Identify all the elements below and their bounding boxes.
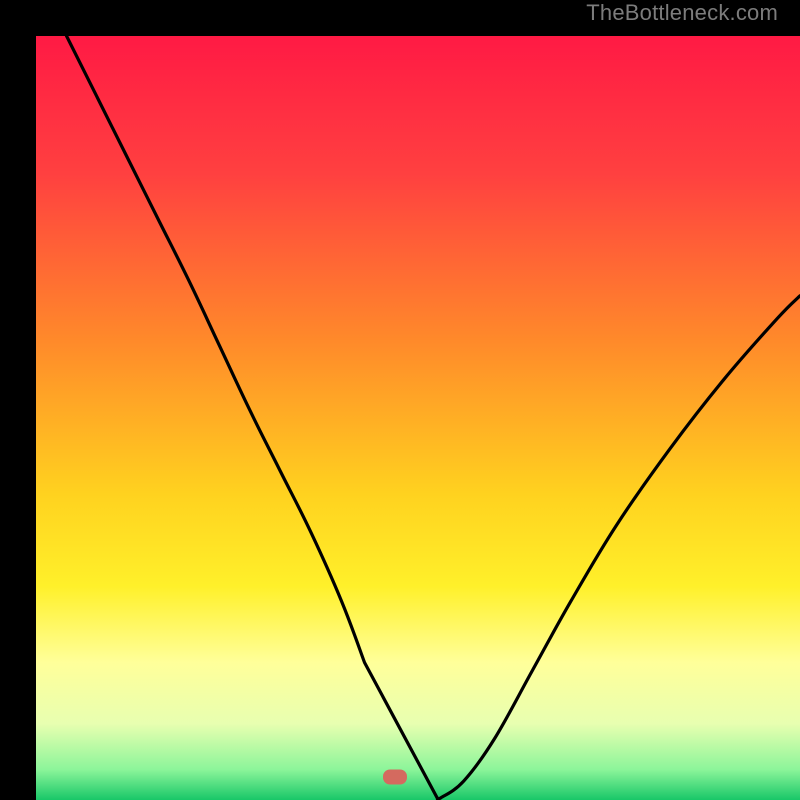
optimal-marker bbox=[383, 770, 407, 785]
gradient-background bbox=[36, 36, 800, 800]
watermark-text: TheBottleneck.com bbox=[586, 0, 778, 26]
bottleneck-chart bbox=[36, 36, 800, 800]
chart-frame bbox=[18, 18, 782, 782]
